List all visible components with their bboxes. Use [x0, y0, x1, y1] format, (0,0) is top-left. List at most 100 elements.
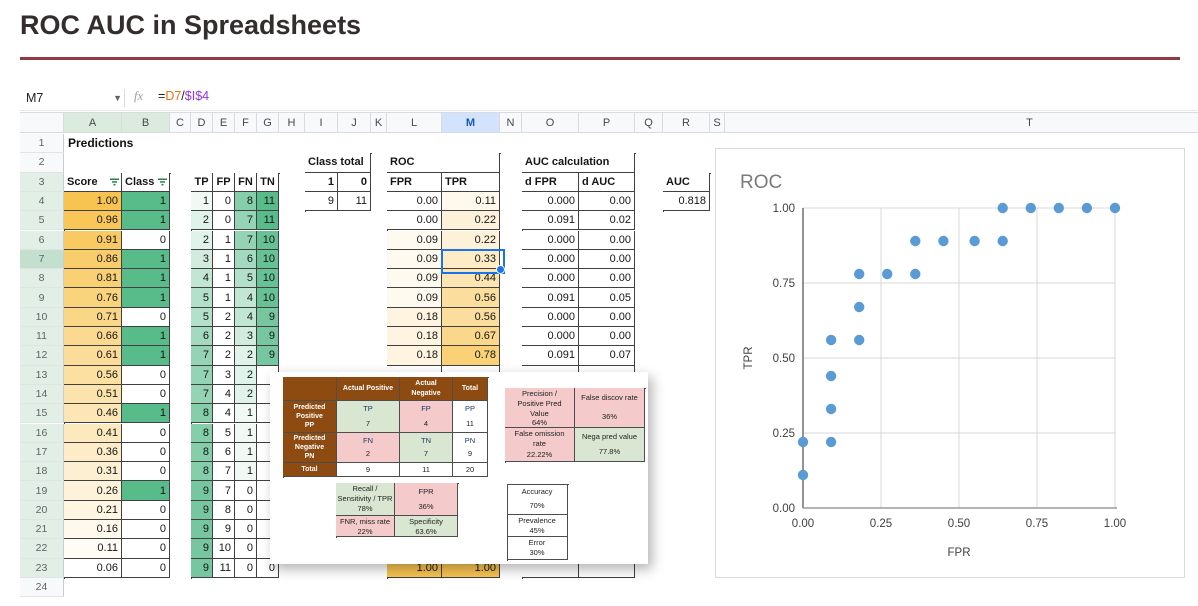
- cell[interactable]: 0.21: [64, 500, 122, 520]
- cell[interactable]: 9: [191, 539, 213, 559]
- row-header-3[interactable]: 3: [20, 172, 64, 192]
- cell[interactable]: 0.41: [64, 423, 122, 443]
- cell[interactable]: 0.86: [64, 249, 122, 270]
- name-box[interactable]: M7 ▼: [22, 87, 126, 109]
- column-header-E[interactable]: E: [213, 112, 235, 133]
- row-header-20[interactable]: 20: [20, 500, 64, 520]
- cell[interactable]: 6: [191, 327, 213, 347]
- cell[interactable]: 0.000: [522, 307, 579, 327]
- class-column-header[interactable]: Class: [122, 172, 170, 192]
- cell[interactable]: 0.26: [64, 481, 122, 501]
- cell[interactable]: 0.91: [64, 230, 122, 250]
- column-header-L[interactable]: L: [387, 112, 442, 133]
- chevron-down-icon[interactable]: ▼: [113, 93, 122, 103]
- cell[interactable]: 0.18: [387, 307, 442, 327]
- cell[interactable]: 6: [235, 249, 257, 270]
- row-header-17[interactable]: 17: [20, 442, 64, 463]
- column-header-T[interactable]: T: [725, 112, 1198, 133]
- column-header-F[interactable]: F: [235, 112, 257, 133]
- row-header-22[interactable]: 22: [20, 539, 64, 559]
- column-header-S[interactable]: S: [710, 112, 725, 133]
- cell[interactable]: 9: [191, 481, 213, 501]
- cell[interactable]: 5: [191, 307, 213, 327]
- cell[interactable]: 0.091: [522, 211, 579, 231]
- cell[interactable]: 0: [235, 500, 257, 520]
- cell[interactable]: 5: [213, 423, 235, 443]
- row-header-7[interactable]: 7: [20, 249, 64, 270]
- row-header-16[interactable]: 16: [20, 423, 64, 443]
- cell[interactable]: 4: [213, 404, 235, 424]
- cell[interactable]: 0.00: [579, 307, 635, 327]
- cell[interactable]: 0.56: [442, 307, 500, 327]
- cell[interactable]: 0.00: [579, 327, 635, 347]
- cell[interactable]: 4: [191, 269, 213, 289]
- row-header-15[interactable]: 15: [20, 404, 64, 424]
- cell[interactable]: 0: [122, 442, 170, 463]
- cell[interactable]: 0.81: [64, 269, 122, 289]
- cell[interactable]: 10: [213, 539, 235, 559]
- cell[interactable]: 9: [191, 500, 213, 520]
- cell[interactable]: 0: [213, 191, 235, 212]
- cell[interactable]: 0.09: [387, 269, 442, 289]
- cell[interactable]: 0.09: [387, 230, 442, 250]
- cell[interactable]: 8: [191, 442, 213, 463]
- row-header-4[interactable]: 4: [20, 191, 64, 212]
- cell[interactable]: 4: [235, 307, 257, 327]
- cell[interactable]: 0.33: [442, 249, 500, 270]
- cell[interactable]: 1: [235, 442, 257, 463]
- row-header-11[interactable]: 11: [20, 327, 64, 347]
- cell[interactable]: 0.091: [522, 346, 579, 366]
- cell[interactable]: 0.09: [387, 249, 442, 270]
- cell[interactable]: 2: [191, 211, 213, 231]
- cell[interactable]: 0.18: [387, 346, 442, 366]
- cell[interactable]: 3: [213, 365, 235, 385]
- column-header-P[interactable]: P: [579, 112, 635, 133]
- cell[interactable]: 2: [213, 327, 235, 347]
- column-header-B[interactable]: B: [122, 112, 170, 133]
- cell[interactable]: 2: [235, 346, 257, 366]
- cell[interactable]: 1: [213, 288, 235, 308]
- cell[interactable]: 0: [235, 558, 257, 578]
- cell[interactable]: 0: [235, 481, 257, 501]
- cell[interactable]: 0.02: [579, 211, 635, 231]
- column-header-A[interactable]: A: [64, 112, 122, 133]
- class-total-header[interactable]: 0: [338, 172, 371, 192]
- formula-input[interactable]: =D7/$I$4: [158, 89, 209, 103]
- cell[interactable]: 1: [122, 404, 170, 424]
- cell[interactable]: 1: [122, 346, 170, 366]
- cell[interactable]: 2: [235, 365, 257, 385]
- cell[interactable]: 0: [235, 539, 257, 559]
- cell[interactable]: 0.96: [64, 211, 122, 231]
- cell[interactable]: 7: [191, 365, 213, 385]
- cell[interactable]: 0.16: [64, 520, 122, 540]
- row-header-8[interactable]: 8: [20, 269, 64, 289]
- cell[interactable]: 0.000: [522, 191, 579, 212]
- row-header-10[interactable]: 10: [20, 307, 64, 327]
- cell[interactable]: 9: [257, 307, 279, 327]
- cell[interactable]: 9: [257, 327, 279, 347]
- auc-calc-table-title[interactable]: AUC calculation: [522, 153, 635, 173]
- cell[interactable]: 1: [122, 327, 170, 347]
- cell[interactable]: 0.66: [64, 327, 122, 347]
- cell[interactable]: 8: [213, 500, 235, 520]
- column-header-K[interactable]: K: [371, 112, 387, 133]
- cell[interactable]: 0: [122, 520, 170, 540]
- cell[interactable]: 1: [122, 249, 170, 270]
- cell[interactable]: 11: [257, 191, 279, 212]
- row-header-2[interactable]: 2: [20, 153, 64, 173]
- cell[interactable]: 4: [213, 384, 235, 405]
- auc-calc-table-header[interactable]: d AUC: [579, 172, 635, 192]
- cell[interactable]: 0: [213, 211, 235, 231]
- row-header-5[interactable]: 5: [20, 211, 64, 231]
- cell[interactable]: 0.61: [64, 346, 122, 366]
- cell[interactable]: 6: [213, 442, 235, 463]
- cell[interactable]: 1: [213, 249, 235, 270]
- counts-header[interactable]: TP: [191, 172, 213, 192]
- cell[interactable]: 1: [122, 481, 170, 501]
- row-header-6[interactable]: 6: [20, 230, 64, 250]
- cell[interactable]: 7: [235, 230, 257, 250]
- auc-calc-table-header[interactable]: d FPR: [522, 172, 579, 192]
- cell[interactable]: 1: [122, 191, 170, 212]
- cell[interactable]: 10: [257, 230, 279, 250]
- cell[interactable]: 0.56: [442, 288, 500, 308]
